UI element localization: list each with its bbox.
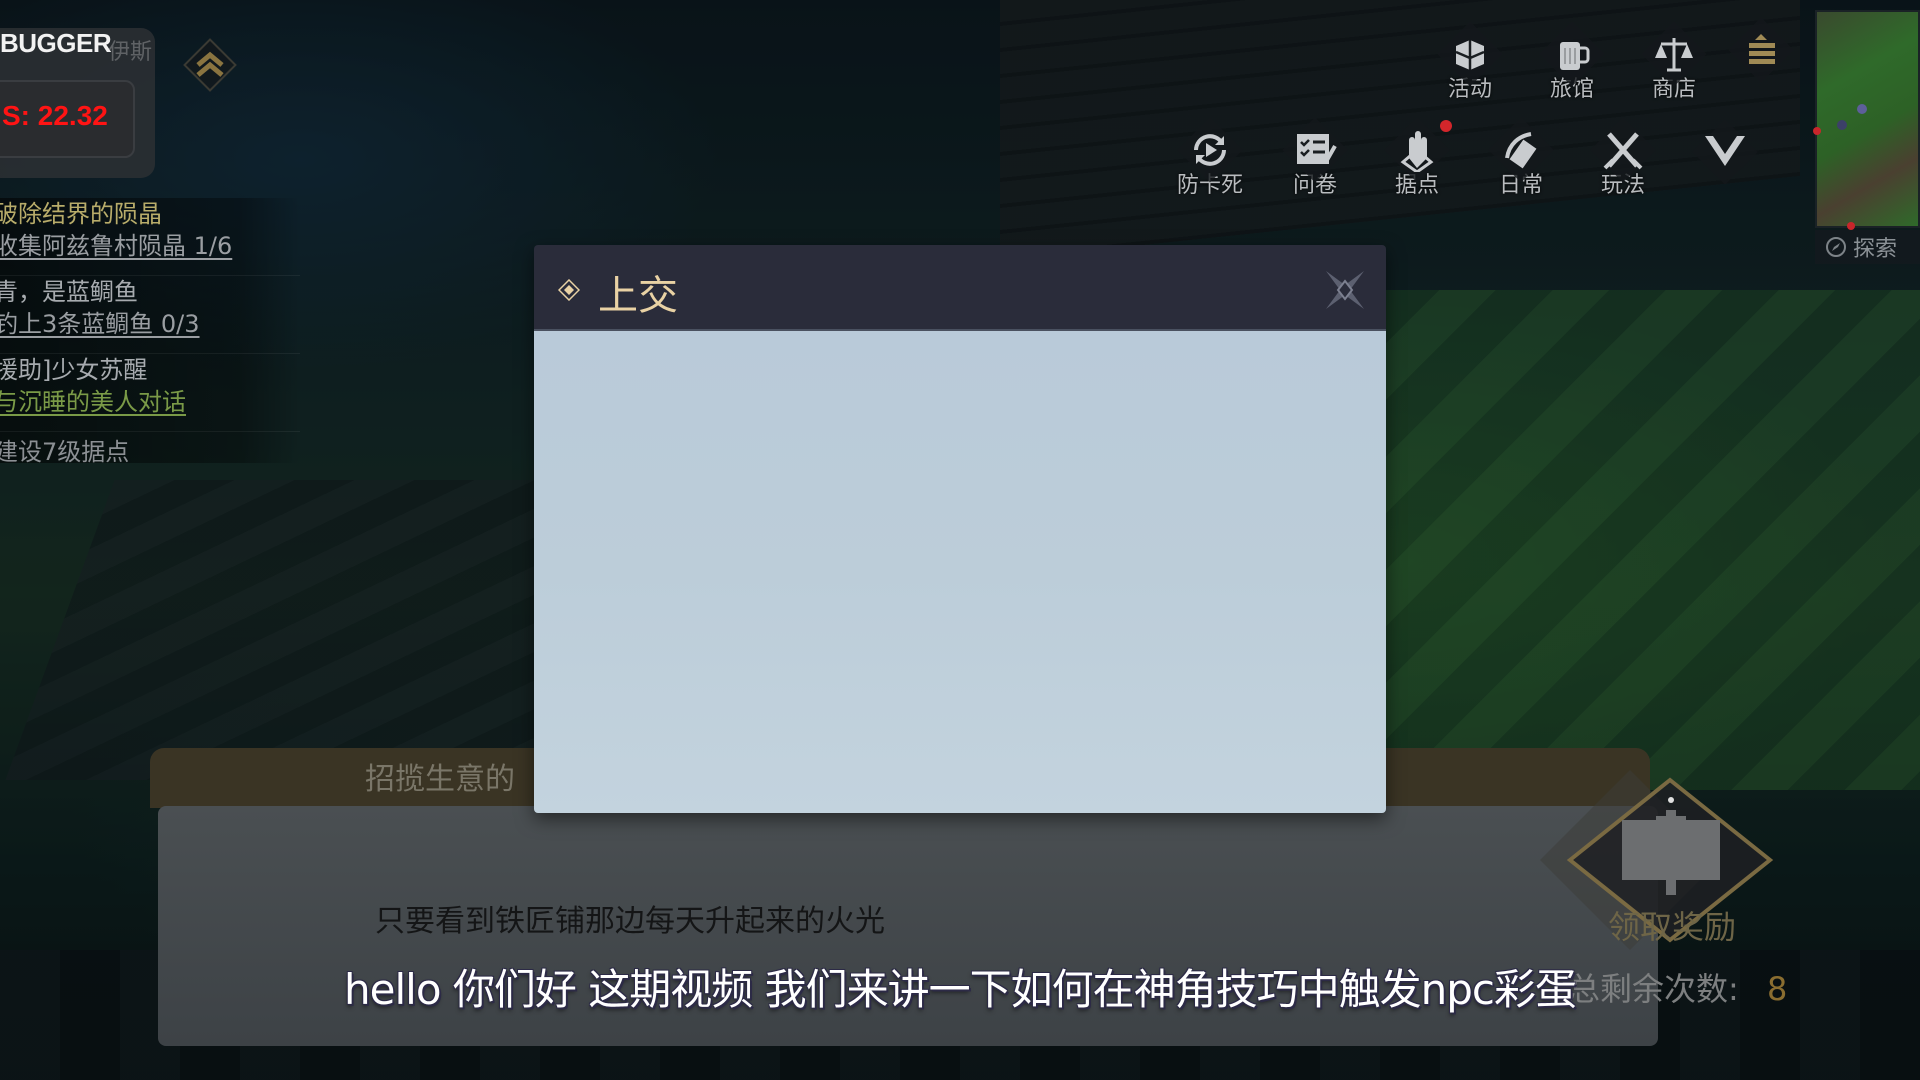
collapse-menu-button[interactable] [1680, 120, 1770, 210]
player-name-ghost: 伊斯 [108, 40, 153, 65]
claim-reward-button[interactable]: 领取奖励 [1540, 760, 1780, 960]
minimap-marker [1857, 104, 1867, 114]
menu-inn-button[interactable]: 旅馆 [1527, 22, 1617, 112]
diamond-bullet-icon [558, 279, 580, 301]
menu-list-button[interactable] [1716, 18, 1806, 108]
refresh-play-icon [1194, 134, 1226, 166]
beer-mug-icon [1560, 42, 1590, 70]
stronghold-hand-icon [1400, 131, 1434, 172]
menu-shop-button[interactable]: 商店 [1629, 22, 1719, 112]
submit-modal: 上交 [534, 245, 1386, 813]
quest-item[interactable]: 青，是蓝鲷鱼 钓上3条蓝鲷鱼 0/3 [0, 276, 300, 354]
minimap[interactable] [1813, 10, 1920, 230]
rank-chevron-icon[interactable] [180, 35, 240, 95]
modal-title: 上交 [598, 273, 678, 319]
npc-dialog-line: 只要看到铁匠铺那边每天升起来的火光 [375, 904, 885, 939]
menu-daily-button[interactable]: 日常 [1476, 118, 1566, 208]
quest-title: 青，是蓝鲷鱼 [0, 278, 138, 306]
modal-content-area [534, 331, 1386, 813]
menu-stronghold-button[interactable]: 据点 [1372, 118, 1462, 208]
quest-objective[interactable]: 收集阿兹鲁村陨晶 1/6 [0, 230, 300, 262]
collapse-chevron-icon [1705, 136, 1745, 166]
claim-reward-label: 领取奖励 [1608, 908, 1737, 946]
modal-header: 上交 [534, 245, 1386, 331]
fps-box: S: 22.32 [0, 80, 135, 158]
notification-badge [1440, 120, 1452, 132]
quest-item[interactable]: 援助]少女苏醒 与沉睡的美人对话 [0, 354, 300, 432]
scales-icon [1655, 38, 1693, 72]
fps-readout: S: 22.32 [2, 100, 108, 131]
quest-title: 建设7级据点 [0, 438, 130, 463]
quest-title: 破除结界的陨晶 [0, 200, 162, 228]
explore-label: 探索 [1853, 237, 1898, 262]
quest-title: 援助]少女苏醒 [0, 356, 148, 384]
compass-icon [1826, 237, 1846, 257]
npc-speaker-name: 招揽生意的 [365, 762, 515, 797]
close-icon[interactable] [1322, 267, 1368, 313]
quest-item[interactable]: 破除结界的陨晶 收集阿兹鲁村陨晶 1/6 [0, 198, 300, 276]
quest-objective[interactable]: 与沉睡的美人对话 [0, 386, 300, 418]
checklist-icon [1297, 134, 1337, 164]
minimap-marker [1813, 127, 1821, 135]
debugger-panel: BUGGER 伊斯 S: 22.32 [0, 28, 155, 178]
gift-icon [1455, 40, 1485, 70]
crossed-swords-icon [1603, 132, 1643, 170]
quest-tracker: 破除结界的陨晶 收集阿兹鲁村陨晶 1/6 青，是蓝鲷鱼 钓上3条蓝鲷鱼 0/3 … [0, 198, 300, 463]
menu-anti-stuck-button[interactable]: 防卡死 [1165, 118, 1255, 208]
debugger-title: BUGGER [0, 28, 112, 58]
daily-scroll-icon [1505, 132, 1537, 169]
quest-item[interactable]: 建设7级据点 [0, 436, 300, 463]
quest-objective[interactable]: 钓上3条蓝鲷鱼 0/3 [0, 308, 300, 340]
minimap-marker [1837, 120, 1847, 130]
menu-survey-button[interactable]: 问卷 [1270, 118, 1360, 208]
video-subtitle: hello 你们好 这期视频 我们来讲一下如何在神角技巧中触发npc彩蛋 [344, 965, 1577, 1014]
menu-list-icon [1749, 34, 1775, 64]
menu-activity-button[interactable]: 活动 [1425, 22, 1515, 112]
minimap-marker [1847, 222, 1855, 230]
menu-gameplay-button[interactable]: 玩法 [1578, 118, 1668, 208]
explore-button[interactable]: 探索 [1815, 230, 1920, 264]
